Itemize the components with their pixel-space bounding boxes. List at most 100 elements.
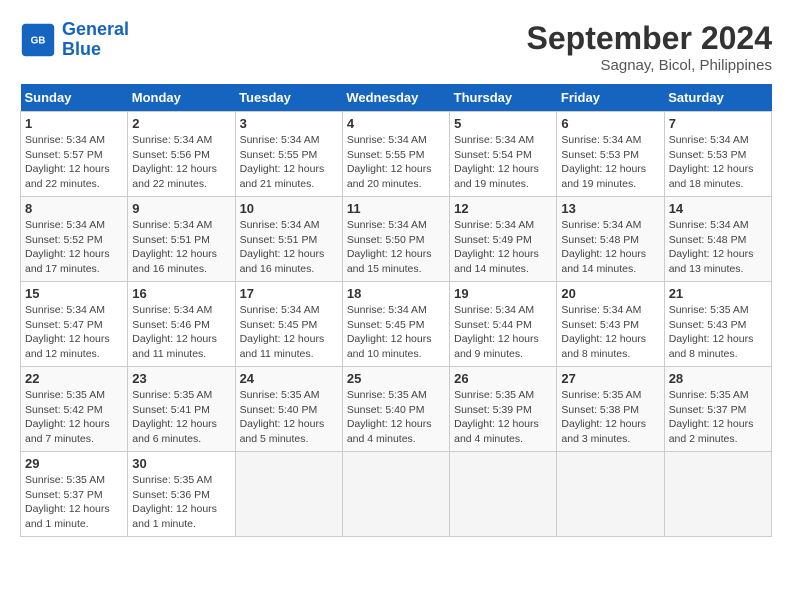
day-detail: Sunrise: 5:34 AM Sunset: 5:57 PM Dayligh…	[25, 133, 123, 192]
day-number: 13	[561, 201, 659, 216]
day-detail: Sunrise: 5:34 AM Sunset: 5:56 PM Dayligh…	[132, 133, 230, 192]
day-detail: Sunrise: 5:35 AM Sunset: 5:40 PM Dayligh…	[347, 388, 445, 447]
day-number: 30	[132, 456, 230, 471]
day-detail: Sunrise: 5:34 AM Sunset: 5:43 PM Dayligh…	[561, 303, 659, 362]
day-number: 8	[25, 201, 123, 216]
day-number: 22	[25, 371, 123, 386]
month-title: September 2024	[527, 20, 772, 57]
day-detail: Sunrise: 5:35 AM Sunset: 5:43 PM Dayligh…	[669, 303, 767, 362]
day-detail: Sunrise: 5:34 AM Sunset: 5:48 PM Dayligh…	[561, 218, 659, 277]
day-number: 14	[669, 201, 767, 216]
calendar-cell: 16Sunrise: 5:34 AM Sunset: 5:46 PM Dayli…	[128, 282, 235, 367]
day-detail: Sunrise: 5:35 AM Sunset: 5:39 PM Dayligh…	[454, 388, 552, 447]
weekday-header-tuesday: Tuesday	[235, 84, 342, 112]
day-number: 7	[669, 116, 767, 131]
day-detail: Sunrise: 5:34 AM Sunset: 5:53 PM Dayligh…	[561, 133, 659, 192]
day-detail: Sunrise: 5:34 AM Sunset: 5:53 PM Dayligh…	[669, 133, 767, 192]
calendar-cell: 1 Sunrise: 5:34 AM Sunset: 5:57 PM Daylig…	[21, 112, 128, 197]
day-detail: Sunrise: 5:34 AM Sunset: 5:50 PM Dayligh…	[347, 218, 445, 277]
day-detail: Sunrise: 5:35 AM Sunset: 5:42 PM Dayligh…	[25, 388, 123, 447]
day-number: 6	[561, 116, 659, 131]
calendar-cell: 30 Sunrise: 5:35 AM Sunset: 5:36 PM Dayli…	[128, 452, 235, 537]
weekday-header-wednesday: Wednesday	[342, 84, 449, 112]
calendar-week-5: 29Sunrise: 5:35 AM Sunset: 5:37 PM Dayli…	[21, 452, 772, 537]
calendar-cell: 27 Sunrise: 5:35 AM Sunset: 5:38 PM Dayli…	[557, 367, 664, 452]
calendar-cell: 2Sunrise: 5:34 AM Sunset: 5:56 PM Daylig…	[128, 112, 235, 197]
calendar-week-1: 1 Sunrise: 5:34 AM Sunset: 5:57 PM Daylig…	[21, 112, 772, 197]
day-number: 15	[25, 286, 123, 301]
calendar-cell	[235, 452, 342, 537]
calendar-cell: 3 Sunrise: 5:34 AM Sunset: 5:55 PM Daylig…	[235, 112, 342, 197]
day-detail: Sunrise: 5:35 AM Sunset: 5:40 PM Dayligh…	[240, 388, 338, 447]
day-number: 24	[240, 371, 338, 386]
day-number: 16	[132, 286, 230, 301]
day-detail: Sunrise: 5:34 AM Sunset: 5:47 PM Dayligh…	[25, 303, 123, 362]
day-detail: Sunrise: 5:35 AM Sunset: 5:36 PM Dayligh…	[132, 473, 230, 532]
day-number: 11	[347, 201, 445, 216]
calendar-table: SundayMondayTuesdayWednesdayThursdayFrid…	[20, 84, 772, 537]
day-number: 4	[347, 116, 445, 131]
day-number: 1	[25, 116, 123, 131]
calendar-cell: 20 Sunrise: 5:34 AM Sunset: 5:43 PM Dayli…	[557, 282, 664, 367]
weekday-header-friday: Friday	[557, 84, 664, 112]
logo-icon: GB	[20, 22, 56, 58]
calendar-cell: 25Sunrise: 5:35 AM Sunset: 5:40 PM Dayli…	[342, 367, 449, 452]
calendar-cell: 28 Sunrise: 5:35 AM Sunset: 5:37 PM Dayli…	[664, 367, 771, 452]
day-detail: Sunrise: 5:35 AM Sunset: 5:38 PM Dayligh…	[561, 388, 659, 447]
page-header: GB General Blue September 2024 Sagnay, B…	[20, 20, 772, 74]
calendar-cell: 6 Sunrise: 5:34 AM Sunset: 5:53 PM Daylig…	[557, 112, 664, 197]
day-detail: Sunrise: 5:34 AM Sunset: 5:51 PM Dayligh…	[132, 218, 230, 277]
calendar-cell	[664, 452, 771, 537]
location-subtitle: Sagnay, Bicol, Philippines	[527, 57, 772, 74]
weekday-header-thursday: Thursday	[450, 84, 557, 112]
weekday-header-saturday: Saturday	[664, 84, 771, 112]
day-detail: Sunrise: 5:34 AM Sunset: 5:55 PM Dayligh…	[240, 133, 338, 192]
day-detail: Sunrise: 5:34 AM Sunset: 5:45 PM Dayligh…	[347, 303, 445, 362]
calendar-cell: 4Sunrise: 5:34 AM Sunset: 5:55 PM Daylig…	[342, 112, 449, 197]
calendar-cell: 10Sunrise: 5:34 AM Sunset: 5:51 PM Dayli…	[235, 197, 342, 282]
calendar-cell: 15 Sunrise: 5:34 AM Sunset: 5:47 PM Dayli…	[21, 282, 128, 367]
day-number: 21	[669, 286, 767, 301]
title-area: September 2024 Sagnay, Bicol, Philippine…	[527, 20, 772, 74]
day-detail: Sunrise: 5:34 AM Sunset: 5:54 PM Dayligh…	[454, 133, 552, 192]
calendar-cell: 8Sunrise: 5:34 AM Sunset: 5:52 PM Daylig…	[21, 197, 128, 282]
calendar-cell: 5 Sunrise: 5:34 AM Sunset: 5:54 PM Daylig…	[450, 112, 557, 197]
calendar-cell: 17 Sunrise: 5:34 AM Sunset: 5:45 PM Dayli…	[235, 282, 342, 367]
calendar-cell	[450, 452, 557, 537]
day-number: 29	[25, 456, 123, 471]
day-detail: Sunrise: 5:35 AM Sunset: 5:37 PM Dayligh…	[669, 388, 767, 447]
day-number: 9	[132, 201, 230, 216]
day-number: 12	[454, 201, 552, 216]
day-number: 28	[669, 371, 767, 386]
day-detail: Sunrise: 5:35 AM Sunset: 5:41 PM Dayligh…	[132, 388, 230, 447]
logo-text: General Blue	[62, 20, 129, 60]
calendar-cell: 21 Sunrise: 5:35 AM Sunset: 5:43 PM Dayli…	[664, 282, 771, 367]
day-number: 19	[454, 286, 552, 301]
calendar-cell: 7 Sunrise: 5:34 AM Sunset: 5:53 PM Daylig…	[664, 112, 771, 197]
calendar-cell: 26Sunrise: 5:35 AM Sunset: 5:39 PM Dayli…	[450, 367, 557, 452]
calendar-cell: 9 Sunrise: 5:34 AM Sunset: 5:51 PM Daylig…	[128, 197, 235, 282]
day-number: 3	[240, 116, 338, 131]
calendar-cell: 14Sunrise: 5:34 AM Sunset: 5:48 PM Dayli…	[664, 197, 771, 282]
day-number: 23	[132, 371, 230, 386]
weekday-header-monday: Monday	[128, 84, 235, 112]
calendar-cell: 18 Sunrise: 5:34 AM Sunset: 5:45 PM Dayli…	[342, 282, 449, 367]
day-number: 17	[240, 286, 338, 301]
calendar-week-4: 22 Sunrise: 5:35 AM Sunset: 5:42 PM Dayli…	[21, 367, 772, 452]
calendar-week-2: 8Sunrise: 5:34 AM Sunset: 5:52 PM Daylig…	[21, 197, 772, 282]
svg-text:GB: GB	[31, 35, 46, 46]
day-number: 5	[454, 116, 552, 131]
calendar-cell: 19 Sunrise: 5:34 AM Sunset: 5:44 PM Dayli…	[450, 282, 557, 367]
calendar-cell: 11 Sunrise: 5:34 AM Sunset: 5:50 PM Dayli…	[342, 197, 449, 282]
day-number: 18	[347, 286, 445, 301]
day-detail: Sunrise: 5:34 AM Sunset: 5:51 PM Dayligh…	[240, 218, 338, 277]
calendar-cell: 12Sunrise: 5:34 AM Sunset: 5:49 PM Dayli…	[450, 197, 557, 282]
day-detail: Sunrise: 5:34 AM Sunset: 5:45 PM Dayligh…	[240, 303, 338, 362]
day-detail: Sunrise: 5:34 AM Sunset: 5:44 PM Dayligh…	[454, 303, 552, 362]
weekday-header-sunday: Sunday	[21, 84, 128, 112]
calendar-cell: 23 Sunrise: 5:35 AM Sunset: 5:41 PM Dayli…	[128, 367, 235, 452]
calendar-week-3: 15 Sunrise: 5:34 AM Sunset: 5:47 PM Dayli…	[21, 282, 772, 367]
day-number: 20	[561, 286, 659, 301]
day-number: 27	[561, 371, 659, 386]
logo: GB General Blue	[20, 20, 129, 60]
